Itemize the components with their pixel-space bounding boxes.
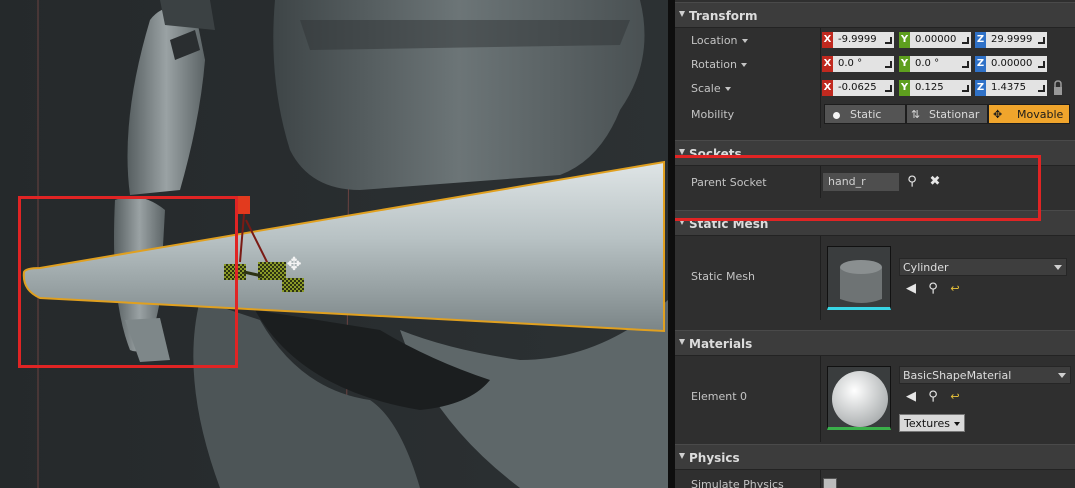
column-divider (820, 76, 821, 100)
category-physics[interactable]: Physics (675, 444, 1075, 470)
panel-splitter[interactable] (668, 0, 675, 488)
axis-x-label: X (822, 80, 833, 96)
axis-y-label: Y (899, 32, 910, 48)
mobility-row: Mobility Static ⇅ Stationar ✥ Movable (675, 100, 1075, 128)
static-bulb-icon (833, 111, 840, 119)
rotation-row: Rotation X 0.0 ° Y 0.0 ° Z 0.00000 (675, 52, 1075, 76)
level-viewport[interactable]: ✥ (0, 0, 668, 488)
collapse-arrow-icon (679, 219, 685, 225)
location-x-field[interactable]: -9.9999 (833, 32, 894, 48)
axis-x-label: X (822, 56, 833, 72)
material-thumbnail[interactable] (827, 366, 891, 430)
static-mesh-dropdown[interactable]: Cylinder (899, 258, 1067, 276)
scale-row: Scale X -0.0625 Y 0.125 Z 1.4375 (675, 76, 1075, 100)
textures-button[interactable]: Textures (899, 414, 965, 432)
scale-y-field[interactable]: 0.125 (910, 80, 971, 96)
scale-z-field[interactable]: 1.4375 (986, 80, 1047, 96)
axis-z-label: Z (975, 56, 986, 72)
mobility-movable-button[interactable]: ✥ Movable (988, 104, 1070, 124)
reset-to-default-icon[interactable]: ↩ (947, 389, 963, 405)
details-panel: Transform Location X -9.9999 Y 0.00000 Z… (675, 0, 1075, 488)
collapse-arrow-icon (679, 149, 685, 155)
rotation-x-field[interactable]: 0.0 ° (833, 56, 894, 72)
location-row: Location X -9.9999 Y 0.00000 Z 29.9999 (675, 28, 1075, 52)
parent-socket-label: Parent Socket (691, 176, 767, 189)
move-gizmo-icon[interactable]: ✥ (283, 254, 305, 276)
rotation-z-field[interactable]: 0.00000 (986, 56, 1047, 72)
viewport-scene (0, 0, 668, 488)
search-icon[interactable]: ⚲ (904, 174, 920, 190)
browse-arrow-icon[interactable]: ◀ (903, 389, 919, 405)
category-title: Sockets (689, 147, 742, 161)
lock-icon[interactable] (1052, 80, 1064, 96)
category-title: Physics (689, 451, 740, 465)
rotation-label[interactable]: Rotation (691, 58, 748, 71)
category-transform[interactable]: Transform (675, 2, 1075, 28)
category-materials[interactable]: Materials (675, 330, 1075, 356)
location-z-field[interactable]: 29.9999 (986, 32, 1047, 48)
axis-x-label: X (822, 32, 833, 48)
column-divider (820, 236, 821, 320)
browse-arrow-icon[interactable]: ◀ (903, 281, 919, 297)
column-divider (820, 28, 821, 52)
axis-y-label: Y (899, 80, 910, 96)
rotation-y-field[interactable]: 0.0 ° (910, 56, 971, 72)
element-0-label: Element 0 (691, 390, 748, 403)
location-label[interactable]: Location (691, 34, 748, 47)
axis-z-label: Z (975, 80, 986, 96)
parent-socket-row: Parent Socket hand_r ⚲ ✖ (675, 166, 1075, 198)
dropdown-arrow-icon (741, 39, 748, 43)
collapse-arrow-icon (679, 453, 685, 459)
simulate-physics-row: Simulate Physics (675, 470, 1075, 488)
sphere-thumbnail-icon (828, 367, 890, 427)
search-icon[interactable]: ⚲ (925, 389, 941, 405)
mobility-stationary-button[interactable]: ⇅ Stationar (906, 104, 988, 124)
collapse-arrow-icon (679, 339, 685, 345)
axis-z-label: Z (975, 32, 986, 48)
material-element-row: Element 0 BasicShapeMaterial ◀ ⚲ ↩ Textu… (675, 356, 1075, 442)
category-title: Materials (689, 337, 753, 351)
parent-socket-field[interactable]: hand_r (823, 173, 899, 191)
category-sockets[interactable]: Sockets (675, 140, 1075, 166)
cylinder-thumbnail-icon (828, 247, 890, 307)
dropdown-arrow-icon (724, 87, 731, 91)
scale-label[interactable]: Scale (691, 82, 731, 95)
clear-x-icon[interactable]: ✖ (927, 174, 943, 190)
column-divider (820, 470, 821, 488)
scale-x-field[interactable]: -0.0625 (833, 80, 894, 96)
mobility-toggle: Static ⇅ Stationar ✥ Movable (824, 104, 1070, 124)
static-mesh-thumbnail[interactable] (827, 246, 891, 310)
category-title: Transform (689, 9, 758, 23)
static-mesh-row: Static Mesh Cylinder ◀ ⚲ ↩ (675, 236, 1075, 320)
simulate-physics-label: Simulate Physics (691, 478, 784, 488)
mobility-static-button[interactable]: Static (824, 104, 906, 124)
axis-y-label: Y (899, 56, 910, 72)
dropdown-arrow-icon (954, 422, 960, 426)
column-divider (820, 52, 821, 76)
simulate-physics-checkbox[interactable] (823, 478, 837, 488)
location-y-field[interactable]: 0.00000 (910, 32, 971, 48)
column-divider (820, 100, 821, 128)
collapse-arrow-icon (679, 11, 685, 17)
stationary-icon: ⇅ (911, 108, 921, 121)
movable-icon: ✥ (993, 108, 1003, 121)
material-dropdown[interactable]: BasicShapeMaterial (899, 366, 1071, 384)
static-mesh-label: Static Mesh (691, 270, 755, 283)
column-divider (820, 356, 821, 442)
reset-to-default-icon[interactable]: ↩ (947, 281, 963, 297)
dropdown-arrow-icon (741, 63, 748, 67)
category-title: Static Mesh (689, 217, 769, 231)
search-icon[interactable]: ⚲ (925, 281, 941, 297)
category-static-mesh[interactable]: Static Mesh (675, 210, 1075, 236)
column-divider (820, 166, 821, 198)
mobility-label: Mobility (691, 108, 735, 121)
